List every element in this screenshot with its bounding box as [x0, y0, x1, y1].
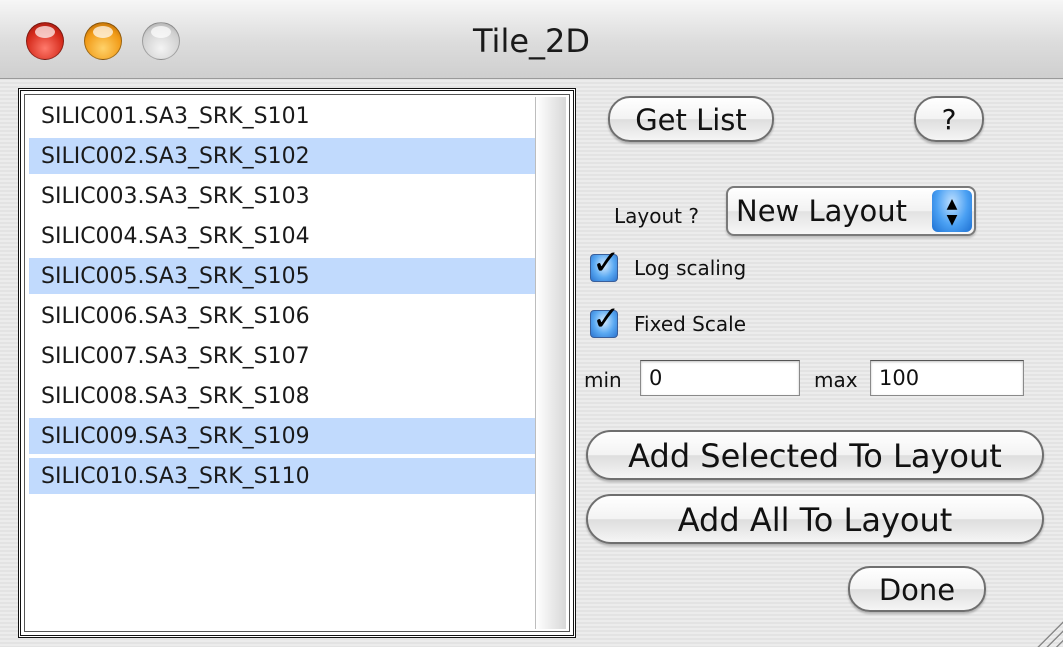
- layout-select-value: New Layout: [736, 194, 908, 228]
- layout-label: Layout ?: [614, 204, 699, 228]
- list-item[interactable]: SILIC004.SA3_SRK_S104: [29, 218, 537, 254]
- resize-grip-icon[interactable]: [1037, 621, 1063, 647]
- min-field[interactable]: 0: [640, 360, 800, 396]
- done-button[interactable]: Done: [848, 566, 986, 612]
- get-list-button[interactable]: Get List: [608, 96, 774, 142]
- fixed-scale-checkbox[interactable]: ✓: [590, 299, 621, 339]
- list-item[interactable]: SILIC006.SA3_SRK_S106: [29, 298, 537, 334]
- log-scaling-label[interactable]: Log scaling: [634, 256, 746, 280]
- dataset-listbox[interactable]: SILIC001.SA3_SRK_S101 SILIC002.SA3_SRK_S1…: [18, 88, 576, 638]
- min-label: min: [584, 368, 622, 392]
- add-all-to-layout-button[interactable]: Add All To Layout: [586, 494, 1044, 544]
- list-item[interactable]: SILIC003.SA3_SRK_S103: [29, 178, 537, 214]
- max-field[interactable]: 100: [870, 360, 1024, 396]
- title-bar[interactable]: Tile_2D: [0, 0, 1063, 79]
- tile-2d-window: Tile_2D SILIC001.SA3_SRK_S101 SILIC002.SA…: [0, 0, 1063, 647]
- list-item[interactable]: SILIC007.SA3_SRK_S107: [29, 338, 537, 374]
- checkmark-icon: ✓: [592, 243, 621, 283]
- list-item[interactable]: SILIC005.SA3_SRK_S105: [29, 258, 537, 294]
- select-arrows-icon: ▲ ▼: [932, 190, 972, 232]
- window-title: Tile_2D: [472, 22, 591, 60]
- list-item[interactable]: SILIC008.SA3_SRK_S108: [29, 378, 537, 414]
- checkmark-icon: ✓: [592, 299, 621, 339]
- fixed-scale-label[interactable]: Fixed Scale: [634, 312, 746, 336]
- add-selected-to-layout-button[interactable]: Add Selected To Layout: [586, 430, 1044, 480]
- layout-select[interactable]: New Layout ▲ ▼: [726, 186, 976, 236]
- list-item[interactable]: SILIC009.SA3_SRK_S109: [29, 418, 537, 454]
- max-label: max: [814, 368, 858, 392]
- help-button[interactable]: ?: [914, 96, 984, 142]
- list-item[interactable]: SILIC002.SA3_SRK_S102: [29, 138, 537, 174]
- list-item[interactable]: SILIC001.SA3_SRK_S101: [29, 98, 537, 134]
- list-scrollbar[interactable]: [535, 97, 566, 629]
- list-item[interactable]: SILIC010.SA3_SRK_S110: [29, 458, 537, 494]
- dataset-list-items: SILIC001.SA3_SRK_S101 SILIC002.SA3_SRK_S1…: [29, 98, 537, 498]
- log-scaling-checkbox[interactable]: ✓: [590, 243, 621, 283]
